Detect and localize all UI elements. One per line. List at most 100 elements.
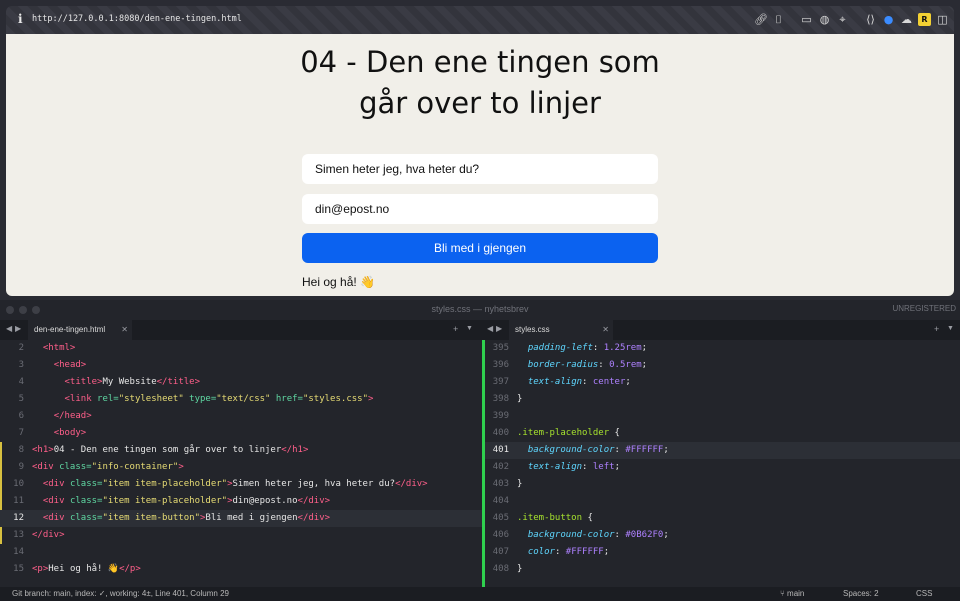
code-line[interactable]: 399: [485, 408, 960, 425]
line-number: 406: [492, 530, 509, 540]
tab-back-arrow-icon[interactable]: ◀: [6, 324, 12, 333]
code-text: <p>Hei og hå! 👋</p>: [28, 561, 141, 578]
link-icon[interactable]: 🔗︎: [754, 13, 768, 26]
code-text: <h1>04 - Den ene tingen som går over to …: [28, 442, 308, 459]
close-icon[interactable]: ✕: [602, 320, 609, 340]
code-line[interactable]: 396 border-radius: 0.5rem;: [485, 357, 960, 374]
tab-label: styles.css: [515, 325, 550, 334]
code-token: text-align: [527, 462, 583, 472]
tab-forward-arrow-icon[interactable]: ▶: [496, 324, 502, 333]
code-token: {: [582, 513, 593, 523]
tab-back-arrow-icon[interactable]: ◀: [487, 324, 493, 333]
status-syntax[interactable]: CSS: [916, 587, 932, 601]
join-button[interactable]: Bli med i gjengen: [302, 233, 658, 263]
camera-icon[interactable]: ⌷: [772, 13, 785, 26]
code-line[interactable]: 397 text-align: center;: [485, 374, 960, 391]
code-text: .item-placeholder {: [513, 425, 620, 442]
code-line[interactable]: 4 <title>My Website</title>: [0, 374, 482, 391]
code-token: </div>: [32, 530, 65, 540]
code-line[interactable]: 7 <body>: [0, 425, 482, 442]
code-line[interactable]: 405 .item-button {: [485, 510, 960, 527]
globe-icon[interactable]: ◍: [818, 13, 831, 26]
status-branch[interactable]: ⑂ main: [780, 587, 804, 601]
code-line[interactable]: 408}: [485, 561, 960, 578]
tab-styles-css[interactable]: styles.css ✕: [509, 320, 613, 340]
cloud-icon[interactable]: ☁: [900, 13, 913, 26]
line-number: 8: [18, 445, 24, 455]
crosshair-icon[interactable]: ⌖: [836, 13, 849, 26]
editor-titlebar: styles.css — nyhetsbrev UNREGISTERED: [0, 300, 960, 320]
code-line[interactable]: 14: [0, 544, 482, 561]
code-line[interactable]: 407 color: #FFFFFF;: [485, 544, 960, 561]
new-tab-plus-icon[interactable]: +: [934, 324, 939, 334]
code-token: </title>: [156, 377, 200, 387]
code-token: class=: [69, 479, 103, 489]
line-number: 396: [492, 360, 509, 370]
code-token: Bli med i gjengen: [205, 513, 298, 523]
code-line[interactable]: 403}: [485, 476, 960, 493]
code-token: #FFFFFF: [565, 547, 604, 557]
line-number: 12: [13, 513, 24, 523]
code-token: ;: [641, 343, 648, 353]
css-editor-pane[interactable]: 395 padding-left: 1.25rem; 396 border-rad…: [482, 340, 960, 587]
code-line[interactable]: 11 <div class="item item-placeholder">di…: [0, 493, 482, 510]
code-token: ;: [663, 445, 669, 455]
code-token: {: [609, 428, 620, 438]
code-token: :: [554, 547, 566, 557]
code-line[interactable]: 406 background-color: #0B62F0;: [485, 527, 960, 544]
code-line[interactable]: 398}: [485, 391, 960, 408]
name-placeholder-item: Simen heter jeg, hva heter du?: [302, 154, 658, 184]
code-line[interactable]: 3 <head>: [0, 357, 482, 374]
line-number: 9: [18, 462, 24, 472]
editor-window: styles.css — nyhetsbrev UNREGISTERED ◀ ▶…: [0, 300, 960, 601]
tab-den-ene-tingen[interactable]: den-ene-tingen.html ✕: [28, 320, 132, 340]
code-token: rel=: [97, 394, 119, 404]
code-line[interactable]: 8 <h1>04 - Den ene tingen som går over to…: [0, 442, 482, 459]
status-bar: Git branch: main, index: ✓, working: 4±,…: [0, 587, 960, 601]
code-line[interactable]: 401 background-color: #FFFFFF;: [485, 442, 960, 459]
code-line[interactable]: 15 <p>Hei og hå! 👋</p>: [0, 561, 482, 578]
status-git-info[interactable]: Git branch: main, index: ✓, working: 4±,…: [12, 587, 229, 601]
code-icon[interactable]: ⟨⟩: [864, 13, 877, 26]
new-tab-plus-icon[interactable]: +: [453, 324, 458, 334]
code-line[interactable]: 402 text-align: left;: [485, 459, 960, 476]
tab-menu-chevron-down-icon[interactable]: ▼: [466, 325, 473, 332]
code-line[interactable]: 6 </head>: [0, 408, 482, 425]
close-icon[interactable]: ✕: [121, 320, 128, 340]
line-number: 408: [492, 564, 509, 574]
code-token: padding-left: [527, 343, 593, 353]
address-bar[interactable]: http://127.0.0.1:8080/den-ene-tingen.htm…: [32, 14, 242, 24]
code-line[interactable]: 400 .item-placeholder {: [485, 425, 960, 442]
code-line[interactable]: 395 padding-left: 1.25rem;: [485, 340, 960, 357]
code-token: #0B62F0: [625, 530, 664, 540]
extension-r-icon[interactable]: R: [918, 13, 931, 26]
tab-forward-arrow-icon[interactable]: ▶: [15, 324, 21, 333]
sidebar-icon[interactable]: ◫: [936, 13, 949, 26]
code-line[interactable]: 13 </div>: [0, 527, 482, 544]
page-title-line2: går over to linjer: [359, 86, 601, 120]
status-indentation[interactable]: Spaces: 2: [843, 587, 879, 601]
html-editor-pane[interactable]: 2 <html> 3 <head> 4 <title>My Website</tit…: [0, 340, 482, 587]
code-token: </h1>: [281, 445, 309, 455]
code-token: >: [178, 462, 184, 472]
code-text: .item-button {: [513, 510, 593, 527]
extension-blue-icon[interactable]: ●: [882, 13, 895, 26]
code-token: <html>: [42, 343, 76, 353]
code-line[interactable]: 5 <link rel="stylesheet" type="text/css"…: [0, 391, 482, 408]
code-token: :: [592, 343, 604, 353]
code-line[interactable]: 9 <div class="info-container">: [0, 459, 482, 476]
code-line[interactable]: 12 <div class="item item-button">Bli med…: [0, 510, 482, 527]
tab-menu-chevron-down-icon[interactable]: ▼: [947, 325, 954, 332]
code-line[interactable]: 2 <html>: [0, 340, 482, 357]
code-text: border-radius: 0.5rem;: [513, 357, 647, 374]
code-line[interactable]: 404: [485, 493, 960, 510]
tab-label: den-ene-tingen.html: [34, 325, 106, 334]
code-line[interactable]: 10 <div class="item item-placeholder">Si…: [0, 476, 482, 493]
code-text: padding-left: 1.25rem;: [513, 340, 647, 357]
terminal-icon[interactable]: ▭: [800, 13, 813, 26]
info-icon[interactable]: i: [18, 12, 23, 26]
